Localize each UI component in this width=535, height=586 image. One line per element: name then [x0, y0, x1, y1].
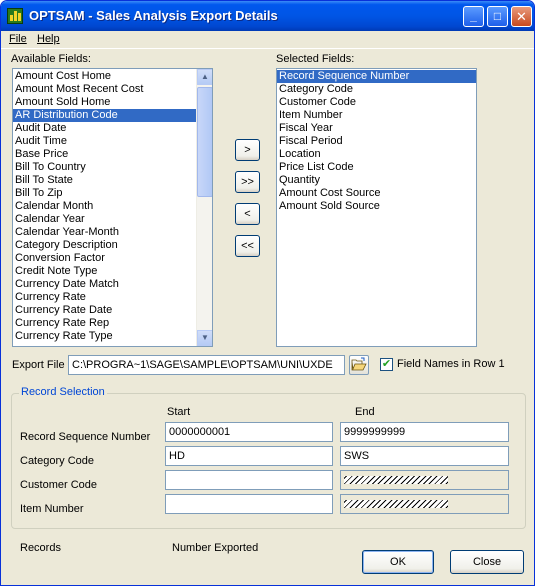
list-item[interactable]: Amount Sold Home [13, 96, 212, 109]
list-item[interactable]: Audit Date [13, 122, 212, 135]
menu-file-label: File [9, 33, 27, 45]
app-icon [7, 8, 23, 24]
list-item[interactable]: Fiscal Year [277, 122, 476, 135]
list-item[interactable]: Currency Date Match [13, 278, 212, 291]
add-field-button[interactable]: > [235, 139, 260, 161]
list-item[interactable]: Amount Sold Source [277, 200, 476, 213]
item-number-start-input[interactable] [165, 494, 333, 514]
maximize-button[interactable]: □ [487, 6, 508, 27]
available-fields-list[interactable]: Amount Cost Home Amount Most Recent Cost A… [12, 68, 213, 347]
list-item[interactable]: Bill To Zip [13, 187, 212, 200]
list-item[interactable]: Calendar Month [13, 200, 212, 213]
number-exported-label: Number Exported [172, 542, 259, 554]
record-selection-title: Record Selection [19, 386, 107, 398]
item-number-label: Item Number [20, 503, 84, 515]
list-item[interactable]: Amount Most Recent Cost [13, 83, 212, 96]
list-item[interactable]: Conversion Factor [13, 252, 212, 265]
close-window-button[interactable]: ✕ [511, 6, 532, 27]
checkmark-icon: ✔ [381, 358, 392, 370]
list-item[interactable]: Currency Rate Rep [13, 317, 212, 330]
add-all-fields-button[interactable]: >> [235, 171, 260, 193]
close-button[interactable]: Close [450, 550, 524, 574]
field-names-checkbox[interactable]: ✔ [380, 358, 393, 371]
remove-field-button[interactable]: < [235, 203, 260, 225]
end-header: End [355, 406, 375, 418]
remove-all-fields-button[interactable]: << [235, 235, 260, 257]
record-seq-end-input[interactable]: 9999999999 [340, 422, 509, 442]
list-item[interactable]: Base Price [13, 148, 212, 161]
item-number-end-input[interactable] [340, 494, 509, 514]
selected-fields-label: Selected Fields: [276, 53, 355, 65]
list-item[interactable]: Amount Cost Source [277, 187, 476, 200]
available-fields-scrollbar[interactable]: ▲ ▼ [196, 69, 212, 346]
list-item[interactable]: Fiscal Period [277, 135, 476, 148]
record-seq-start-input[interactable]: 0000000001 [165, 422, 333, 442]
selected-fields-list[interactable]: Record Sequence Number Category Code Custo… [276, 68, 477, 347]
menu-file[interactable]: File [9, 33, 27, 45]
scroll-down-arrow-icon[interactable]: ▼ [197, 330, 212, 346]
list-item[interactable]: Currency Rate Date [13, 304, 212, 317]
list-item[interactable]: Category Code [277, 83, 476, 96]
export-file-path-input[interactable]: C:\PROGRA~1\SAGE\SAMPLE\OPTSAM\UNI\UXDE [68, 355, 345, 375]
available-fields-label: Available Fields: [11, 53, 91, 65]
category-code-label: Category Code [20, 455, 94, 467]
category-code-start-input[interactable]: HD [165, 446, 333, 466]
list-item[interactable]: Bill To State [13, 174, 212, 187]
customer-code-start-input[interactable] [165, 470, 333, 490]
category-code-end-input[interactable]: SWS [340, 446, 509, 466]
list-item[interactable]: Price List Code [277, 161, 476, 174]
list-item[interactable]: Audit Time [13, 135, 212, 148]
ok-button[interactable]: OK [362, 550, 434, 574]
list-item[interactable]: Credit Note Type [13, 265, 212, 278]
list-item[interactable]: Currency Rate Type [13, 330, 212, 343]
menu-help[interactable]: Help [37, 33, 60, 45]
scroll-up-arrow-icon[interactable]: ▲ [197, 69, 212, 85]
export-file-label: Export File [12, 359, 65, 371]
list-item[interactable]: Quantity [277, 174, 476, 187]
customer-code-end-input[interactable] [340, 470, 509, 490]
list-item[interactable]: Bill To Country [13, 161, 212, 174]
menu-help-label: Help [37, 33, 60, 45]
list-item[interactable]: Calendar Year-Month [13, 226, 212, 239]
list-item[interactable]: Amount Cost Home [13, 70, 212, 83]
menu-bar: File Help [1, 31, 534, 49]
browse-file-button[interactable] [349, 355, 369, 375]
list-item[interactable]: Calendar Year [13, 213, 212, 226]
window-title: OPTSAM - Sales Analysis Export Details [29, 8, 278, 23]
export-details-window: OPTSAM - Sales Analysis Export Details _… [0, 0, 535, 586]
list-item[interactable]: Item Number [277, 109, 476, 122]
field-names-label: Field Names in Row 1 [397, 358, 505, 370]
list-item[interactable]: Location [277, 148, 476, 161]
list-item[interactable]: Customer Code [277, 96, 476, 109]
minimize-button[interactable]: _ [463, 6, 484, 27]
start-header: Start [167, 406, 191, 418]
list-item[interactable]: AR Distribution Code [13, 109, 212, 122]
customer-code-label: Customer Code [20, 479, 98, 491]
list-item[interactable]: Category Description [13, 239, 212, 252]
scroll-thumb[interactable] [197, 87, 212, 197]
title-bar[interactable]: OPTSAM - Sales Analysis Export Details _… [1, 1, 534, 31]
records-label: Records [20, 542, 61, 554]
list-item[interactable]: Currency Rate [13, 291, 212, 304]
record-seq-label: Record Sequence Number [20, 431, 151, 443]
open-folder-icon [351, 357, 367, 371]
list-item[interactable]: Record Sequence Number [277, 70, 476, 83]
